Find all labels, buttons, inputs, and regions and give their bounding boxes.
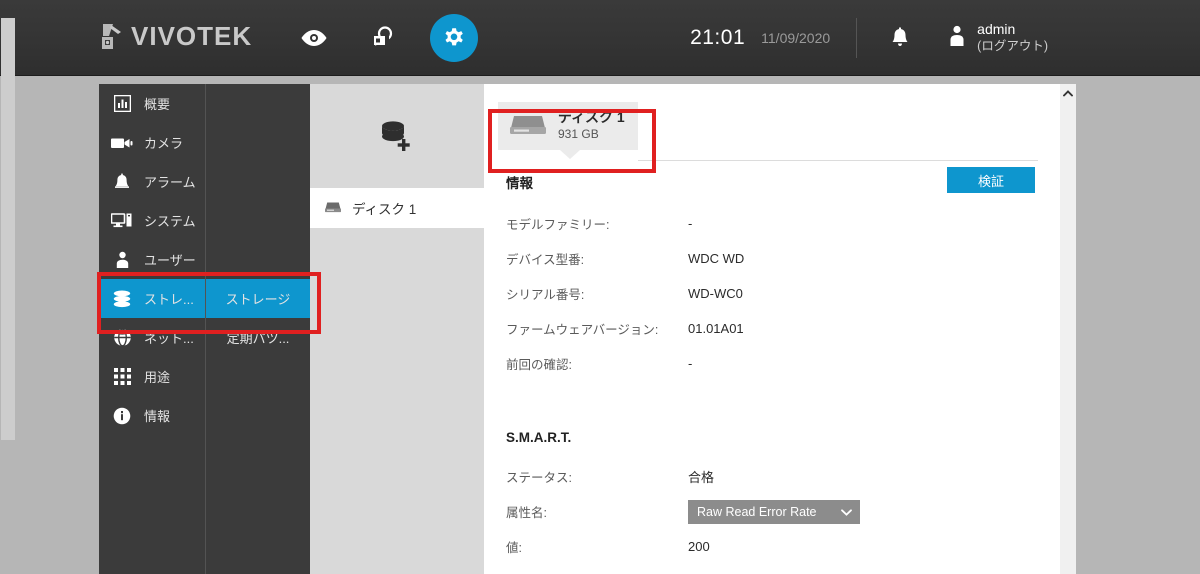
- sidebar-label: カメラ: [144, 136, 184, 151]
- sidebar-item-overview[interactable]: 概要: [99, 84, 205, 123]
- person-icon: [109, 251, 135, 269]
- grid-apps-icon: [109, 368, 135, 385]
- database-icon: [109, 290, 135, 308]
- eye-icon[interactable]: [290, 14, 338, 62]
- user-name: admin: [977, 21, 1016, 38]
- chevron-down-icon: [841, 505, 852, 519]
- vivotek-logo: VIVOTEK: [99, 20, 252, 52]
- clock-date: 11/09/2020: [761, 30, 831, 46]
- sidebar-label: 概要: [144, 97, 171, 112]
- bell-icon[interactable]: [883, 21, 917, 55]
- user-info: admin (ログアウト): [977, 21, 1048, 54]
- sidebar-item-info[interactable]: 情報: [99, 396, 205, 435]
- secondary-sidebar: ストレージ 定期パツ...: [205, 84, 310, 574]
- info-row-device-model: デバイス型番: WDC WD: [506, 241, 1060, 276]
- vivotek-logo-mark: [99, 20, 127, 52]
- avatar: [947, 24, 967, 53]
- scrollbar-up-button[interactable]: [1060, 84, 1076, 101]
- subnav-item-storage[interactable]: ストレージ: [206, 279, 310, 318]
- bar-chart-icon: [109, 95, 135, 112]
- info-value: 01.01A01: [688, 321, 744, 336]
- globe-network-icon: [109, 328, 135, 347]
- info-value: WD-WC0: [688, 286, 743, 301]
- card-pointer-arrow: [560, 150, 580, 159]
- primary-sidebar: 概要 カメラ アラーム システム ユーザー ストレ... ネット... 用途 情…: [99, 84, 205, 574]
- info-circle-icon: [109, 407, 135, 425]
- info-row-last-check: 前回の確認: -: [506, 346, 1060, 381]
- app-root: VIVOTEK 21:01 11/09/2020 admin (ログアウト) 概…: [0, 0, 1200, 574]
- disk-list-column: ディスク 1: [310, 84, 484, 574]
- add-storage-button[interactable]: [310, 84, 484, 188]
- add-storage-icon: [382, 121, 410, 151]
- smart-key: 属性名:: [506, 506, 547, 520]
- sidebar-item-network[interactable]: ネット...: [99, 318, 205, 357]
- smart-row-attribute: 属性名: Raw Read Error Rate: [506, 494, 1060, 529]
- smart-row-value: 値: 200: [506, 529, 1060, 564]
- info-key: ファームウェアバージョン:: [506, 323, 659, 337]
- disk-list-item[interactable]: ディスク 1: [310, 188, 484, 228]
- smart-section: S.M.A.R.T. ステータス: 合格 属性名: Raw Read Error…: [484, 430, 1060, 564]
- main-scrollbar[interactable]: [1060, 84, 1076, 574]
- vivotek-logo-text: VIVOTEK: [131, 20, 253, 51]
- smart-section-title: S.M.A.R.T.: [506, 430, 572, 445]
- chevron-up-icon: [1063, 84, 1073, 102]
- sidebar-label: 情報: [144, 409, 171, 424]
- smart-key: 値:: [506, 541, 522, 555]
- disk-card-title: ディスク 1: [558, 109, 625, 126]
- sidebar-item-user[interactable]: ユーザー: [99, 240, 205, 279]
- info-key: モデルファミリー:: [506, 218, 610, 232]
- sidebar-label: システム: [144, 214, 196, 229]
- sidebar-label: 用途: [144, 370, 171, 385]
- disk-card-text: ディスク 1 931 GB: [558, 109, 625, 142]
- subnav-item-schedule[interactable]: 定期パツ...: [206, 318, 310, 357]
- desktop-tower-icon: [109, 212, 135, 229]
- header-icon-group: [290, 14, 478, 62]
- sidebar-label: ユーザー: [144, 253, 196, 268]
- attribute-select[interactable]: Raw Read Error Rate: [688, 499, 860, 524]
- header-divider: [856, 18, 858, 58]
- header-rule: [638, 160, 1038, 161]
- sidebar-item-storage[interactable]: ストレ...: [99, 279, 205, 318]
- disk-icon: [324, 200, 342, 216]
- info-key: 前回の確認:: [506, 358, 572, 372]
- search-playback-icon[interactable]: [360, 14, 408, 62]
- main-content-panel: ディスク 1 931 GB 情報 検証 モデルファミリー: - デバイス型番: …: [484, 84, 1060, 574]
- attribute-select-value: Raw Read Error Rate: [697, 504, 817, 519]
- gear-icon[interactable]: [430, 14, 478, 62]
- disk-card-capacity: 931 GB: [558, 126, 599, 141]
- verify-button[interactable]: 検証: [947, 167, 1035, 193]
- info-value: -: [688, 356, 693, 371]
- logout-link[interactable]: (ログアウト): [977, 39, 1048, 55]
- sidebar-item-alarm[interactable]: アラーム: [99, 162, 205, 201]
- info-value: -: [688, 216, 693, 231]
- video-camera-icon: [109, 136, 135, 150]
- info-key: シリアル番号:: [506, 288, 585, 302]
- sidebar-item-system[interactable]: システム: [99, 201, 205, 240]
- disk-card-area: ディスク 1 931 GB: [484, 84, 1060, 172]
- info-row-serial-number: シリアル番号: WD-WC0: [506, 276, 1060, 311]
- user-menu[interactable]: admin (ログアウト): [947, 21, 1048, 54]
- sidebar-label: アラーム: [144, 175, 196, 190]
- sidebar-item-camera[interactable]: カメラ: [99, 123, 205, 162]
- sidebar-label: ストレ...: [144, 292, 194, 307]
- sidebar-label: ネット...: [144, 331, 194, 346]
- smart-key: ステータス:: [506, 471, 572, 485]
- scrollbar-thumb[interactable]: [1, 18, 15, 440]
- info-value: WDC WD: [688, 251, 745, 266]
- info-section: 情報 検証 モデルファミリー: - デバイス型番: WDC WD シリアル番号:…: [484, 167, 1060, 381]
- selected-disk-card[interactable]: ディスク 1 931 GB: [498, 102, 638, 159]
- smart-status-value: 合格: [688, 470, 715, 485]
- info-key: デバイス型番:: [506, 253, 585, 267]
- info-row-firmware-version: ファームウェアバージョン: 01.01A01: [506, 311, 1060, 346]
- smart-row-status: ステータス: 合格: [506, 459, 1060, 494]
- info-row-model-family: モデルファミリー: -: [506, 206, 1060, 241]
- clock-time: 21:01: [690, 26, 746, 49]
- disk-list-item-label: ディスク 1: [352, 202, 417, 217]
- disk-icon: [508, 110, 548, 143]
- header-status-group: 21:01 11/09/2020 admin (ログアウト): [690, 0, 1048, 76]
- sidebar-item-apps[interactable]: 用途: [99, 357, 205, 396]
- app-header: VIVOTEK 21:01 11/09/2020 admin (ログアウト): [0, 0, 1200, 76]
- smart-value: 200: [688, 539, 710, 554]
- bell-icon: [109, 173, 135, 191]
